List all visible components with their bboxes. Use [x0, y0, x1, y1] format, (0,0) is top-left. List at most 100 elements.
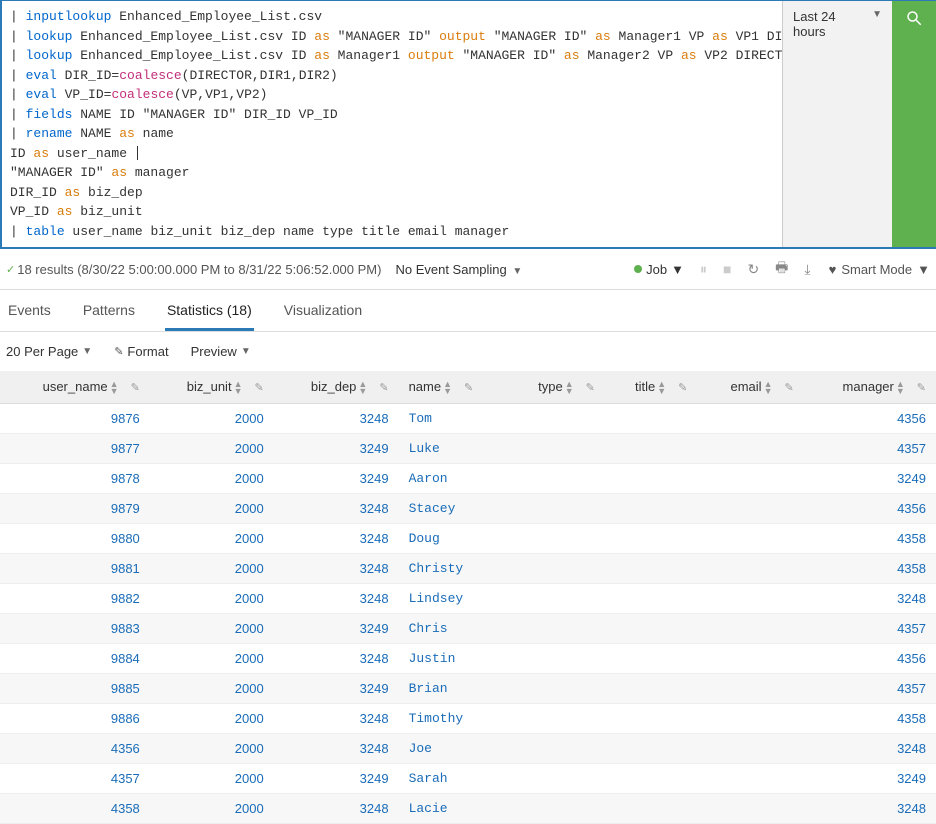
column-header-manager[interactable]: manager▲▼✎ — [804, 371, 936, 403]
cell-title[interactable] — [605, 463, 698, 493]
cell-title[interactable] — [605, 703, 698, 733]
cell-manager[interactable]: 4356 — [804, 403, 936, 433]
cell-biz_dep[interactable]: 3249 — [274, 613, 399, 643]
cell-name[interactable]: Sarah — [399, 763, 507, 793]
cell-user_name[interactable]: 4356 — [0, 733, 150, 763]
cell-biz_dep[interactable]: 3248 — [274, 703, 399, 733]
cell-type[interactable] — [507, 733, 605, 763]
cell-user_name[interactable]: 9879 — [0, 493, 150, 523]
cell-biz_unit[interactable]: 2000 — [150, 733, 274, 763]
cell-title[interactable] — [605, 493, 698, 523]
sort-icon[interactable]: ▲▼ — [565, 381, 574, 395]
cell-title[interactable] — [605, 643, 698, 673]
column-header-user_name[interactable]: user_name▲▼✎ — [0, 371, 150, 403]
pencil-icon[interactable]: ✎ — [678, 382, 687, 394]
cell-manager[interactable]: 4356 — [804, 643, 936, 673]
pencil-icon[interactable]: ✎ — [379, 382, 388, 394]
cell-manager[interactable]: 4356 — [804, 493, 936, 523]
column-header-type[interactable]: type▲▼✎ — [507, 371, 605, 403]
print-button[interactable]: 🖶 — [775, 257, 788, 281]
cell-name[interactable]: Christy — [399, 553, 507, 583]
cell-biz_unit[interactable]: 2000 — [150, 553, 274, 583]
stop-button[interactable]: ■ — [723, 261, 731, 277]
cell-biz_unit[interactable]: 2000 — [150, 613, 274, 643]
cell-user_name[interactable]: 9877 — [0, 433, 150, 463]
sort-icon[interactable]: ▲▼ — [234, 381, 243, 395]
pencil-icon[interactable]: ✎ — [917, 382, 926, 394]
cell-biz_unit[interactable]: 2000 — [150, 583, 274, 613]
cell-name[interactable]: Justin — [399, 643, 507, 673]
cell-biz_dep[interactable]: 3248 — [274, 583, 399, 613]
cell-manager[interactable]: 4358 — [804, 523, 936, 553]
search-button[interactable] — [892, 1, 936, 247]
cell-biz_unit[interactable]: 2000 — [150, 703, 274, 733]
cell-type[interactable] — [507, 403, 605, 433]
pencil-icon[interactable]: ✎ — [131, 382, 140, 394]
cell-type[interactable] — [507, 463, 605, 493]
cell-biz_unit[interactable]: 2000 — [150, 523, 274, 553]
tab-statistics[interactable]: Statistics (18) — [165, 302, 254, 331]
cell-type[interactable] — [507, 493, 605, 523]
cell-title[interactable] — [605, 583, 698, 613]
cell-biz_dep[interactable]: 3249 — [274, 463, 399, 493]
cell-email[interactable] — [697, 643, 803, 673]
cell-manager[interactable]: 4358 — [804, 553, 936, 583]
cell-type[interactable] — [507, 763, 605, 793]
tab-visualization[interactable]: Visualization — [282, 302, 364, 331]
cell-user_name[interactable]: 4358 — [0, 793, 150, 823]
cell-type[interactable] — [507, 583, 605, 613]
cell-name[interactable]: Lindsey — [399, 583, 507, 613]
sort-icon[interactable]: ▲▼ — [358, 381, 367, 395]
cell-user_name[interactable]: 9883 — [0, 613, 150, 643]
tab-patterns[interactable]: Patterns — [81, 302, 137, 331]
cell-biz_dep[interactable]: 3248 — [274, 493, 399, 523]
cell-name[interactable]: Timothy — [399, 703, 507, 733]
column-header-biz_dep[interactable]: biz_dep▲▼✎ — [274, 371, 399, 403]
cell-manager[interactable]: 3249 — [804, 763, 936, 793]
cell-name[interactable]: Luke — [399, 433, 507, 463]
cell-manager[interactable]: 4357 — [804, 673, 936, 703]
cell-title[interactable] — [605, 523, 698, 553]
cell-user_name[interactable]: 9886 — [0, 703, 150, 733]
cell-biz_dep[interactable]: 3248 — [274, 403, 399, 433]
cell-email[interactable] — [697, 493, 803, 523]
pause-button[interactable]: ⏸ — [700, 261, 707, 278]
pencil-icon[interactable]: ✎ — [784, 382, 793, 394]
cell-manager[interactable]: 3249 — [804, 463, 936, 493]
cell-biz_dep[interactable]: 3249 — [274, 763, 399, 793]
cell-title[interactable] — [605, 403, 698, 433]
column-header-title[interactable]: title▲▼✎ — [605, 371, 698, 403]
cell-email[interactable] — [697, 433, 803, 463]
cell-name[interactable]: Aaron — [399, 463, 507, 493]
cell-type[interactable] — [507, 793, 605, 823]
cell-user_name[interactable]: 9885 — [0, 673, 150, 703]
cell-type[interactable] — [507, 643, 605, 673]
cell-email[interactable] — [697, 463, 803, 493]
cell-biz_unit[interactable]: 2000 — [150, 673, 274, 703]
cell-biz_dep[interactable]: 3248 — [274, 553, 399, 583]
cell-manager[interactable]: 4357 — [804, 433, 936, 463]
pencil-icon[interactable]: ✎ — [586, 382, 595, 394]
cell-email[interactable] — [697, 583, 803, 613]
cell-biz_dep[interactable]: 3248 — [274, 523, 399, 553]
cell-user_name[interactable]: 9880 — [0, 523, 150, 553]
cell-title[interactable] — [605, 613, 698, 643]
event-sampling-dropdown[interactable]: No Event Sampling ▼ — [395, 262, 522, 277]
cell-email[interactable] — [697, 673, 803, 703]
sort-icon[interactable]: ▲▼ — [764, 381, 773, 395]
cell-type[interactable] — [507, 613, 605, 643]
cell-user_name[interactable]: 4357 — [0, 763, 150, 793]
cell-manager[interactable]: 3248 — [804, 733, 936, 763]
cell-biz_unit[interactable]: 2000 — [150, 793, 274, 823]
cell-title[interactable] — [605, 763, 698, 793]
cell-biz_dep[interactable]: 3248 — [274, 733, 399, 763]
cell-user_name[interactable]: 9878 — [0, 463, 150, 493]
cell-email[interactable] — [697, 523, 803, 553]
sort-icon[interactable]: ▲▼ — [443, 381, 452, 395]
column-header-biz_unit[interactable]: biz_unit▲▼✎ — [150, 371, 274, 403]
cell-biz_dep[interactable]: 3249 — [274, 433, 399, 463]
cell-name[interactable]: Lacie — [399, 793, 507, 823]
cell-type[interactable] — [507, 523, 605, 553]
per-page-dropdown[interactable]: 20 Per Page ▼ — [6, 344, 92, 359]
cell-title[interactable] — [605, 433, 698, 463]
